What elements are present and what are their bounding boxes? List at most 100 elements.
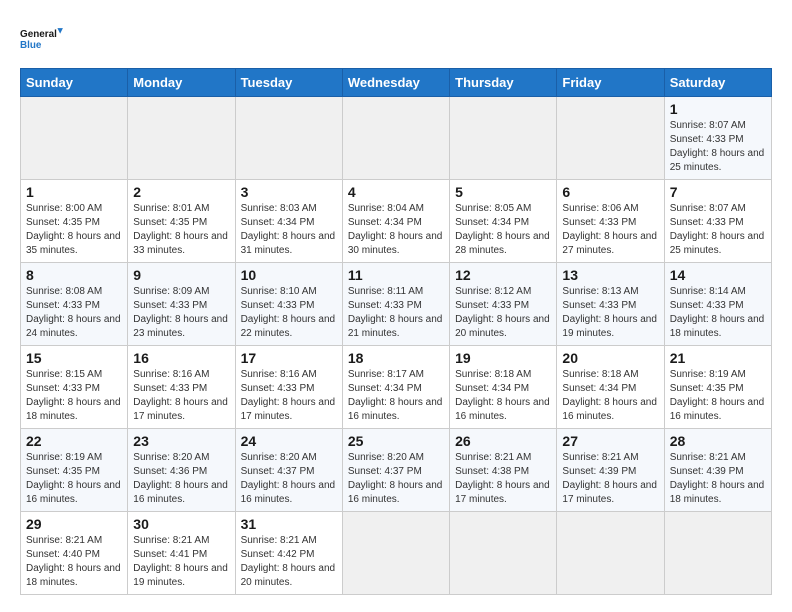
day-info: Sunrise: 8:21 AM Sunset: 4:41 PM Dayligh… [133,534,229,590]
day-cell: 18 Sunrise: 8:17 AM Sunset: 4:34 PM Dayl… [342,346,449,429]
day-number: 1 [26,184,122,200]
day-cell: 20 Sunrise: 8:18 AM Sunset: 4:34 PM Dayl… [557,346,664,429]
day-info: Sunrise: 8:11 AM Sunset: 4:33 PM Dayligh… [348,285,444,341]
day-cell [235,97,342,180]
day-cell: 22 Sunrise: 8:19 AM Sunset: 4:35 PM Dayl… [21,429,128,512]
day-info: Sunrise: 8:21 AM Sunset: 4:42 PM Dayligh… [241,534,337,590]
day-cell [450,97,557,180]
day-number: 28 [670,433,766,449]
day-info: Sunrise: 8:07 AM Sunset: 4:33 PM Dayligh… [670,119,766,175]
day-number: 29 [26,516,122,532]
day-info: Sunrise: 8:06 AM Sunset: 4:33 PM Dayligh… [562,202,658,258]
day-number: 6 [562,184,658,200]
day-number: 1 [670,101,766,117]
day-cell: 4 Sunrise: 8:04 AM Sunset: 4:34 PM Dayli… [342,180,449,263]
day-cell: 25 Sunrise: 8:20 AM Sunset: 4:37 PM Dayl… [342,429,449,512]
header-row: SundayMondayTuesdayWednesdayThursdayFrid… [21,69,772,97]
svg-text:Blue: Blue [20,40,42,51]
day-cell: 28 Sunrise: 8:21 AM Sunset: 4:39 PM Dayl… [664,429,771,512]
day-cell: 31 Sunrise: 8:21 AM Sunset: 4:42 PM Dayl… [235,512,342,595]
svg-text:General: General [20,29,57,40]
day-cell [557,512,664,595]
day-cell [450,512,557,595]
day-info: Sunrise: 8:20 AM Sunset: 4:37 PM Dayligh… [241,451,337,507]
col-header-tuesday: Tuesday [235,69,342,97]
week-row-4: 22 Sunrise: 8:19 AM Sunset: 4:35 PM Dayl… [21,429,772,512]
day-number: 12 [455,267,551,283]
calendar-table: SundayMondayTuesdayWednesdayThursdayFrid… [20,68,772,595]
day-number: 24 [241,433,337,449]
col-header-wednesday: Wednesday [342,69,449,97]
week-row-1: 1 Sunrise: 8:00 AM Sunset: 4:35 PM Dayli… [21,180,772,263]
day-number: 17 [241,350,337,366]
day-cell: 3 Sunrise: 8:03 AM Sunset: 4:34 PM Dayli… [235,180,342,263]
day-cell [557,97,664,180]
day-cell: 21 Sunrise: 8:19 AM Sunset: 4:35 PM Dayl… [664,346,771,429]
week-row-2: 8 Sunrise: 8:08 AM Sunset: 4:33 PM Dayli… [21,263,772,346]
day-cell: 27 Sunrise: 8:21 AM Sunset: 4:39 PM Dayl… [557,429,664,512]
day-info: Sunrise: 8:19 AM Sunset: 4:35 PM Dayligh… [26,451,122,507]
day-number: 31 [241,516,337,532]
day-cell: 30 Sunrise: 8:21 AM Sunset: 4:41 PM Dayl… [128,512,235,595]
day-info: Sunrise: 8:04 AM Sunset: 4:34 PM Dayligh… [348,202,444,258]
day-cell: 14 Sunrise: 8:14 AM Sunset: 4:33 PM Dayl… [664,263,771,346]
col-header-monday: Monday [128,69,235,97]
day-info: Sunrise: 8:00 AM Sunset: 4:35 PM Dayligh… [26,202,122,258]
day-number: 5 [455,184,551,200]
day-number: 19 [455,350,551,366]
day-info: Sunrise: 8:18 AM Sunset: 4:34 PM Dayligh… [562,368,658,424]
week-row-0: 1 Sunrise: 8:07 AM Sunset: 4:33 PM Dayli… [21,97,772,180]
day-info: Sunrise: 8:16 AM Sunset: 4:33 PM Dayligh… [133,368,229,424]
day-info: Sunrise: 8:21 AM Sunset: 4:39 PM Dayligh… [562,451,658,507]
day-info: Sunrise: 8:15 AM Sunset: 4:33 PM Dayligh… [26,368,122,424]
day-cell: 29 Sunrise: 8:21 AM Sunset: 4:40 PM Dayl… [21,512,128,595]
day-number: 10 [241,267,337,283]
day-number: 9 [133,267,229,283]
day-info: Sunrise: 8:03 AM Sunset: 4:34 PM Dayligh… [241,202,337,258]
day-info: Sunrise: 8:09 AM Sunset: 4:33 PM Dayligh… [133,285,229,341]
day-cell: 8 Sunrise: 8:08 AM Sunset: 4:33 PM Dayli… [21,263,128,346]
day-info: Sunrise: 8:20 AM Sunset: 4:36 PM Dayligh… [133,451,229,507]
day-info: Sunrise: 8:08 AM Sunset: 4:33 PM Dayligh… [26,285,122,341]
col-header-thursday: Thursday [450,69,557,97]
day-cell: 13 Sunrise: 8:13 AM Sunset: 4:33 PM Dayl… [557,263,664,346]
day-cell: 23 Sunrise: 8:20 AM Sunset: 4:36 PM Dayl… [128,429,235,512]
day-cell [342,97,449,180]
day-info: Sunrise: 8:12 AM Sunset: 4:33 PM Dayligh… [455,285,551,341]
col-header-friday: Friday [557,69,664,97]
day-cell: 10 Sunrise: 8:10 AM Sunset: 4:33 PM Dayl… [235,263,342,346]
day-number: 21 [670,350,766,366]
col-header-sunday: Sunday [21,69,128,97]
day-info: Sunrise: 8:19 AM Sunset: 4:35 PM Dayligh… [670,368,766,424]
day-number: 27 [562,433,658,449]
day-info: Sunrise: 8:16 AM Sunset: 4:33 PM Dayligh… [241,368,337,424]
day-cell: 24 Sunrise: 8:20 AM Sunset: 4:37 PM Dayl… [235,429,342,512]
day-number: 18 [348,350,444,366]
day-number: 25 [348,433,444,449]
day-number: 14 [670,267,766,283]
day-cell: 1 Sunrise: 8:00 AM Sunset: 4:35 PM Dayli… [21,180,128,263]
day-cell: 12 Sunrise: 8:12 AM Sunset: 4:33 PM Dayl… [450,263,557,346]
day-number: 4 [348,184,444,200]
week-row-5: 29 Sunrise: 8:21 AM Sunset: 4:40 PM Dayl… [21,512,772,595]
logo: General Blue [20,16,64,60]
day-number: 3 [241,184,337,200]
day-number: 16 [133,350,229,366]
day-cell: 1 Sunrise: 8:07 AM Sunset: 4:33 PM Dayli… [664,97,771,180]
day-number: 26 [455,433,551,449]
day-cell: 19 Sunrise: 8:18 AM Sunset: 4:34 PM Dayl… [450,346,557,429]
day-cell: 16 Sunrise: 8:16 AM Sunset: 4:33 PM Dayl… [128,346,235,429]
day-info: Sunrise: 8:13 AM Sunset: 4:33 PM Dayligh… [562,285,658,341]
day-info: Sunrise: 8:01 AM Sunset: 4:35 PM Dayligh… [133,202,229,258]
week-row-3: 15 Sunrise: 8:15 AM Sunset: 4:33 PM Dayl… [21,346,772,429]
day-cell [128,97,235,180]
day-info: Sunrise: 8:20 AM Sunset: 4:37 PM Dayligh… [348,451,444,507]
day-number: 2 [133,184,229,200]
day-number: 30 [133,516,229,532]
day-number: 20 [562,350,658,366]
day-number: 8 [26,267,122,283]
day-info: Sunrise: 8:17 AM Sunset: 4:34 PM Dayligh… [348,368,444,424]
day-number: 23 [133,433,229,449]
col-header-saturday: Saturday [664,69,771,97]
day-cell: 26 Sunrise: 8:21 AM Sunset: 4:38 PM Dayl… [450,429,557,512]
